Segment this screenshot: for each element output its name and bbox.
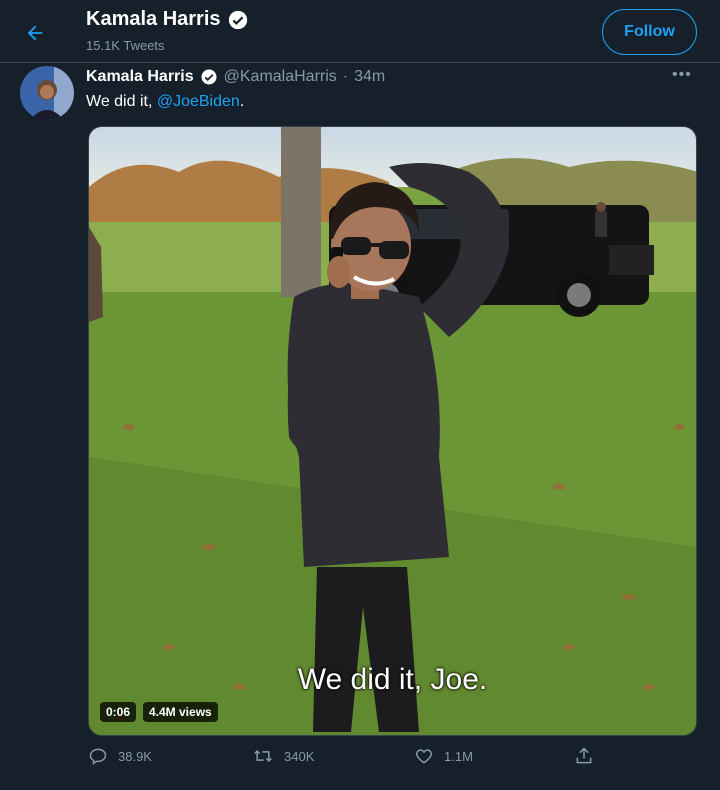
more-horizontal-icon: ••• [672,66,692,83]
reply-count: 38.9K [118,748,152,764]
tweet-time[interactable]: 34m [354,68,385,86]
follow-button[interactable]: Follow [602,9,697,55]
author-handle[interactable]: @KamalaHarris [224,68,337,86]
tweet-count: 15.1K Tweets [86,38,165,53]
retweet-button[interactable]: 340K [252,746,314,766]
arrow-left-icon [27,25,43,41]
author-name[interactable]: Kamala Harris [86,68,194,86]
like-count: 1.1M [444,748,473,764]
video-duration: 0:06 [100,702,137,722]
share-button[interactable] [574,746,594,766]
retweet-count: 340K [284,748,315,764]
retweet-icon [254,749,272,763]
like-button[interactable]: 1.1M [414,746,473,766]
tweet-text: We did it, @JoeBiden. [86,93,244,111]
avatar[interactable] [20,66,74,120]
more-options-button[interactable]: ••• [672,66,692,84]
verified-badge-icon [201,69,217,85]
tweet-actions: 38.9K 340K 1.1M [86,746,616,776]
tweet-text-suffix: . [239,93,245,110]
video-caption: We did it, Joe. [297,663,488,696]
tweet-text-prefix: We did it, [86,93,157,110]
header-name: Kamala Harris [86,8,221,30]
video-frame [89,127,696,735]
separator-dot: · [342,68,349,85]
mention-link[interactable]: @JoeBiden [157,93,240,110]
tweet-author: Kamala Harris @KamalaHarris · 34m [86,68,385,86]
share-icon [576,747,592,764]
header-title: Kamala Harris [86,8,249,31]
video-views: 4.4M views [143,702,218,722]
heart-icon [415,749,433,764]
back-button[interactable] [20,18,50,48]
video-player[interactable]: We did it, Joe. 0:06 4.4M views [88,126,697,736]
reply-icon [89,748,107,765]
verified-badge-icon [228,10,247,29]
reply-button[interactable]: 38.9K [88,746,152,766]
profile-header: Kamala Harris 15.1K Tweets Follow [0,0,720,63]
